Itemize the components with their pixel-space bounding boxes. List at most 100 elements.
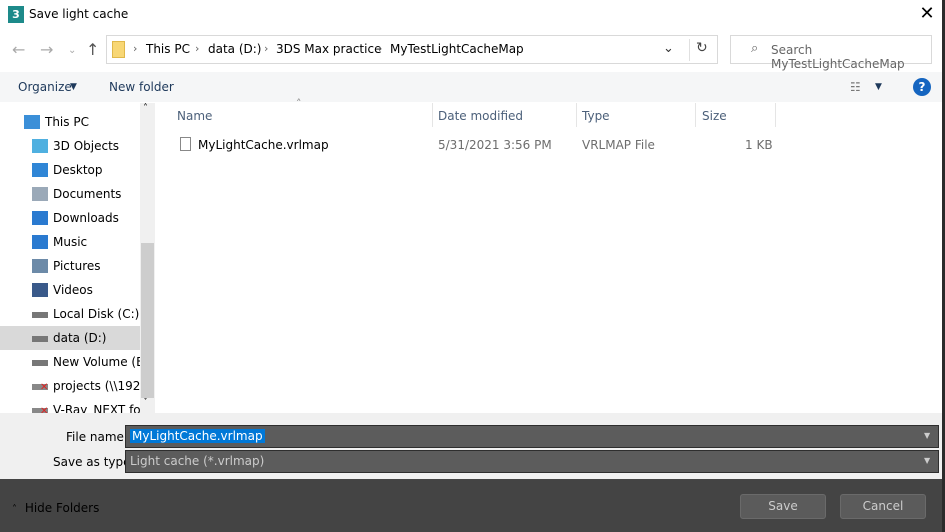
- file-icon: [180, 137, 191, 151]
- tree-item-label: Downloads: [53, 211, 119, 225]
- save-as-type-label: Save as type:: [53, 455, 135, 469]
- breadcrumb-separator: ›: [133, 42, 138, 55]
- divider: [689, 39, 690, 61]
- tree-item[interactable]: Pictures: [0, 254, 140, 278]
- tree-item-label: This PC: [45, 115, 89, 129]
- file-name-value: MyLightCache.vrlmap: [130, 429, 265, 443]
- breadcrumb-separator: ›: [195, 42, 200, 55]
- tree-item[interactable]: ✕ V-Ray_NEXT for: [0, 398, 146, 413]
- file-name-input[interactable]: MyLightCache.vrlmap ▼: [125, 425, 939, 448]
- scroll-down-icon[interactable]: ˅: [143, 397, 148, 408]
- file-size: 1 KB: [745, 138, 773, 152]
- hide-folders-label: Hide Folders: [24, 501, 100, 515]
- divider: [695, 103, 696, 127]
- save-as-type-select[interactable]: Light cache (*.vrlmap) ▼: [125, 450, 939, 473]
- tree-item[interactable]: ✕ projects (\\192.1: [0, 374, 152, 398]
- file-row[interactable]: MyLightCache.vrlmap 5/31/2021 3:56 PM VR…: [156, 133, 942, 157]
- tree-item-label: Pictures: [53, 259, 101, 273]
- tree-item[interactable]: Music: [0, 230, 140, 254]
- navigation-pane: This PC 3D Objects Desktop Documents Downloa…: [0, 103, 155, 413]
- pictures-icon: [32, 259, 48, 273]
- scroll-up-icon[interactable]: ˄: [143, 103, 148, 114]
- drive-icon: [32, 336, 48, 342]
- toolbar: Organize ▼ New folder ☷ ▼ ?: [0, 72, 942, 102]
- tree-item-label: New Volume (E:): [53, 355, 153, 369]
- breadcrumb-item[interactable]: MyTestLightCacheMap: [390, 42, 524, 56]
- scrollbar-thumb[interactable]: [141, 243, 154, 398]
- address-bar[interactable]: › This PC › data (D:) › 3DS Max practice…: [106, 35, 718, 64]
- column-header-name[interactable]: Name: [177, 109, 212, 123]
- new-folder-button[interactable]: New folder: [109, 80, 174, 94]
- app-icon: 3: [8, 6, 24, 23]
- cancel-button[interactable]: Cancel: [840, 494, 926, 519]
- hide-folders-button[interactable]: ˄ Hide Folders: [12, 501, 99, 515]
- tree-item-label: Documents: [53, 187, 122, 201]
- footer: ˄ Hide Folders Save Cancel: [0, 479, 942, 532]
- forward-arrow-icon[interactable]: →: [40, 40, 53, 59]
- file-name: MyLightCache.vrlmap: [198, 138, 329, 152]
- tree-item[interactable]: data (D:): [0, 326, 140, 350]
- breadcrumb-item[interactable]: This PC: [146, 42, 190, 56]
- up-arrow-icon[interactable]: ↑: [86, 40, 99, 59]
- tree-item[interactable]: Desktop: [0, 158, 140, 182]
- cube-icon: [32, 139, 48, 153]
- folder-icon: [112, 41, 125, 58]
- caret-down-icon: ▼: [70, 82, 77, 92]
- tree-item[interactable]: Videos: [0, 278, 140, 302]
- column-header-date[interactable]: Date modified: [438, 109, 523, 123]
- column-header-size[interactable]: Size: [702, 109, 727, 123]
- video-icon: [32, 283, 48, 297]
- save-button[interactable]: Save: [740, 494, 826, 519]
- divider: [775, 103, 776, 127]
- drive-icon: [32, 360, 48, 366]
- tree-item-label: 3D Objects: [53, 139, 120, 153]
- document-icon: [32, 187, 48, 201]
- recent-chevron-down-icon[interactable]: ⌄: [68, 45, 76, 56]
- download-icon: [32, 211, 48, 225]
- tree-item[interactable]: Local Disk (C:): [0, 302, 140, 326]
- disconnected-x-icon: ✕: [40, 406, 49, 413]
- help-icon[interactable]: ?: [913, 78, 931, 96]
- tree-item-label: data (D:): [53, 331, 107, 345]
- window-title: Save light cache: [29, 7, 129, 21]
- divider: [432, 103, 433, 127]
- tree-item-label: V-Ray_NEXT for: [53, 403, 146, 413]
- dropdown-arrow-icon[interactable]: ▼: [924, 431, 930, 440]
- tree-item[interactable]: 3D Objects: [0, 134, 140, 158]
- breadcrumb-item[interactable]: 3DS Max practice: [276, 42, 381, 56]
- breadcrumb-separator: ›: [264, 42, 269, 55]
- tree-item-label: projects (\\192.1: [53, 379, 152, 393]
- breadcrumb-item[interactable]: data (D:): [208, 42, 262, 56]
- search-icon: ⌕: [751, 41, 759, 56]
- disconnected-x-icon: ✕: [40, 382, 49, 393]
- organize-button[interactable]: Organize: [18, 80, 72, 94]
- title-bar: 3 Save light cache ✕: [0, 0, 945, 30]
- view-details-icon[interactable]: ☷: [850, 80, 861, 94]
- tree-item[interactable]: Documents: [0, 182, 140, 206]
- tree-item[interactable]: This PC: [0, 110, 140, 134]
- close-button[interactable]: ✕: [912, 2, 942, 26]
- sort-up-icon: ˄: [296, 97, 302, 110]
- column-header-type[interactable]: Type: [582, 109, 610, 123]
- drive-icon: [32, 312, 48, 318]
- tree-item-label: Desktop: [53, 163, 103, 177]
- desktop-icon: [32, 163, 48, 177]
- chevron-up-icon: ˄: [12, 504, 17, 515]
- refresh-icon[interactable]: ↻: [696, 40, 708, 56]
- back-arrow-icon[interactable]: ←: [12, 40, 25, 59]
- file-type: VRLMAP File: [582, 138, 655, 152]
- file-date: 5/31/2021 3:56 PM: [438, 138, 552, 152]
- computer-icon: [24, 115, 40, 129]
- file-list: ˄ Name Date modified Type Size MyLightCa…: [156, 97, 942, 413]
- tree-item[interactable]: New Volume (E:): [0, 350, 152, 374]
- breadcrumb-separator: ›: [378, 42, 383, 55]
- tree-item[interactable]: Downloads: [0, 206, 140, 230]
- view-caret-down-icon[interactable]: ▼: [875, 82, 882, 92]
- file-name-label: File name:: [66, 430, 128, 444]
- save-form: File name: MyLightCache.vrlmap ▼ Save as…: [0, 413, 942, 479]
- save-as-type-value: Light cache (*.vrlmap): [130, 454, 265, 468]
- chevron-down-icon[interactable]: ⌄: [663, 41, 674, 56]
- tree-item-label: Videos: [53, 283, 93, 297]
- dropdown-arrow-icon[interactable]: ▼: [924, 456, 930, 465]
- search-input[interactable]: ⌕ Search MyTestLightCacheMap: [730, 35, 932, 71]
